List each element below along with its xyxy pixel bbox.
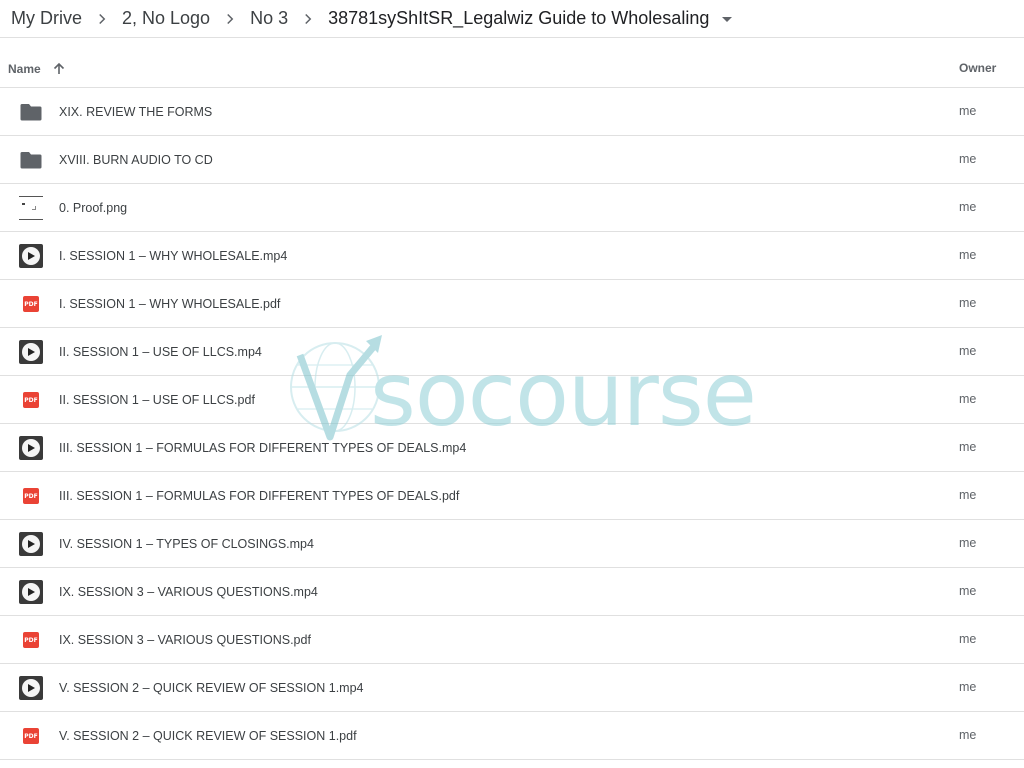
file-name: IV. SESSION 1 – TYPES OF CLOSINGS.mp4 bbox=[59, 537, 314, 551]
file-name: I. SESSION 1 – WHY WHOLESALE.mp4 bbox=[59, 249, 288, 263]
file-owner: me bbox=[959, 584, 977, 598]
file-owner: me bbox=[959, 152, 977, 166]
folder-icon bbox=[19, 148, 43, 172]
caret-down-icon[interactable] bbox=[717, 9, 737, 29]
file-name: II. SESSION 1 – USE OF LLCS.pdf bbox=[59, 393, 255, 407]
folder-icon bbox=[19, 100, 43, 124]
file-name: II. SESSION 1 – USE OF LLCS.mp4 bbox=[59, 345, 262, 359]
file-name: IX. SESSION 3 – VARIOUS QUESTIONS.mp4 bbox=[59, 585, 318, 599]
file-row[interactable]: PDF III. SESSION 1 – FORMULAS FOR DIFFERE… bbox=[0, 472, 1024, 520]
breadcrumb-my-drive[interactable]: My Drive bbox=[11, 8, 82, 29]
file-row[interactable]: IX. SESSION 3 – VARIOUS QUESTIONS.mp4 me bbox=[0, 568, 1024, 616]
file-row[interactable]: III. SESSION 1 – FORMULAS FOR DIFFERENT … bbox=[0, 424, 1024, 472]
file-row[interactable]: 0. Proof.png me bbox=[0, 184, 1024, 232]
file-owner: me bbox=[959, 728, 977, 742]
breadcrumb-current-folder[interactable]: 38781syShItSR_Legalwiz Guide to Wholesal… bbox=[328, 8, 709, 29]
owner-column-label[interactable]: Owner bbox=[959, 61, 996, 75]
file-owner: me bbox=[959, 632, 977, 646]
file-owner: me bbox=[959, 392, 977, 406]
pdf-badge: PDF bbox=[23, 728, 39, 744]
file-list: XIX. REVIEW THE FORMS me XVIII. BURN AUDIO… bbox=[0, 88, 1024, 760]
file-row[interactable]: II. SESSION 1 – USE OF LLCS.mp4 me bbox=[0, 328, 1024, 376]
file-row[interactable]: PDF V. SESSION 2 – QUICK REVIEW OF SESSIO… bbox=[0, 712, 1024, 760]
video-play-icon bbox=[19, 580, 43, 604]
pdf-badge: PDF bbox=[23, 296, 39, 312]
file-name: V. SESSION 2 – QUICK REVIEW OF SESSION 1… bbox=[59, 729, 357, 743]
file-name: 0. Proof.png bbox=[59, 201, 128, 215]
name-column-label: Name bbox=[8, 62, 41, 76]
chevron-right-icon bbox=[90, 7, 114, 31]
file-row[interactable]: PDF I. SESSION 1 – WHY WHOLESALE.pdf me bbox=[0, 280, 1024, 328]
pdf-icon: PDF bbox=[19, 484, 43, 508]
video-play-icon bbox=[19, 244, 43, 268]
file-row[interactable]: V. SESSION 2 – QUICK REVIEW OF SESSION 1… bbox=[0, 664, 1024, 712]
file-owner: me bbox=[959, 296, 977, 310]
video-play-icon bbox=[19, 676, 43, 700]
chevron-right-icon bbox=[296, 7, 320, 31]
breadcrumb-folder-2-no-logo[interactable]: 2, No Logo bbox=[122, 8, 210, 29]
pdf-icon: PDF bbox=[19, 724, 43, 748]
file-row[interactable]: XVIII. BURN AUDIO TO CD me bbox=[0, 136, 1024, 184]
file-owner: me bbox=[959, 680, 977, 694]
file-owner: me bbox=[959, 440, 977, 454]
file-row[interactable]: XIX. REVIEW THE FORMS me bbox=[0, 88, 1024, 136]
file-name: III. SESSION 1 – FORMULAS FOR DIFFERENT … bbox=[59, 489, 460, 503]
file-name: XVIII. BURN AUDIO TO CD bbox=[59, 153, 213, 167]
file-owner: me bbox=[959, 200, 977, 214]
image-thumbnail-icon bbox=[19, 196, 43, 220]
video-play-icon bbox=[19, 340, 43, 364]
pdf-badge: PDF bbox=[23, 392, 39, 408]
file-owner: me bbox=[959, 344, 977, 358]
pdf-badge: PDF bbox=[23, 632, 39, 648]
file-name: IX. SESSION 3 – VARIOUS QUESTIONS.pdf bbox=[59, 633, 311, 647]
file-name: XIX. REVIEW THE FORMS bbox=[59, 105, 213, 119]
sort-by-name-button[interactable]: Name bbox=[8, 61, 67, 77]
file-row[interactable]: IV. SESSION 1 – TYPES OF CLOSINGS.mp4 me bbox=[0, 520, 1024, 568]
pdf-icon: PDF bbox=[19, 628, 43, 652]
pdf-icon: PDF bbox=[19, 292, 43, 316]
breadcrumb-folder-no-3[interactable]: No 3 bbox=[250, 8, 288, 29]
breadcrumb: My Drive 2, No Logo No 3 38781syShItSR_L… bbox=[0, 0, 1024, 38]
file-row[interactable]: PDF IX. SESSION 3 – VARIOUS QUESTIONS.pdf… bbox=[0, 616, 1024, 664]
file-row[interactable]: I. SESSION 1 – WHY WHOLESALE.mp4 me bbox=[0, 232, 1024, 280]
video-play-icon bbox=[19, 436, 43, 460]
file-name: V. SESSION 2 – QUICK REVIEW OF SESSION 1… bbox=[59, 681, 364, 695]
file-owner: me bbox=[959, 104, 977, 118]
file-name: III. SESSION 1 – FORMULAS FOR DIFFERENT … bbox=[59, 441, 467, 455]
file-row[interactable]: PDF II. SESSION 1 – USE OF LLCS.pdf me bbox=[0, 376, 1024, 424]
chevron-right-icon bbox=[218, 7, 242, 31]
pdf-badge: PDF bbox=[23, 488, 39, 504]
file-owner: me bbox=[959, 488, 977, 502]
video-play-icon bbox=[19, 532, 43, 556]
pdf-icon: PDF bbox=[19, 388, 43, 412]
file-list-header: Name Owner bbox=[0, 48, 1024, 88]
file-owner: me bbox=[959, 248, 977, 262]
file-owner: me bbox=[959, 536, 977, 550]
file-name: I. SESSION 1 – WHY WHOLESALE.pdf bbox=[59, 297, 281, 311]
arrow-up-icon bbox=[53, 62, 64, 74]
